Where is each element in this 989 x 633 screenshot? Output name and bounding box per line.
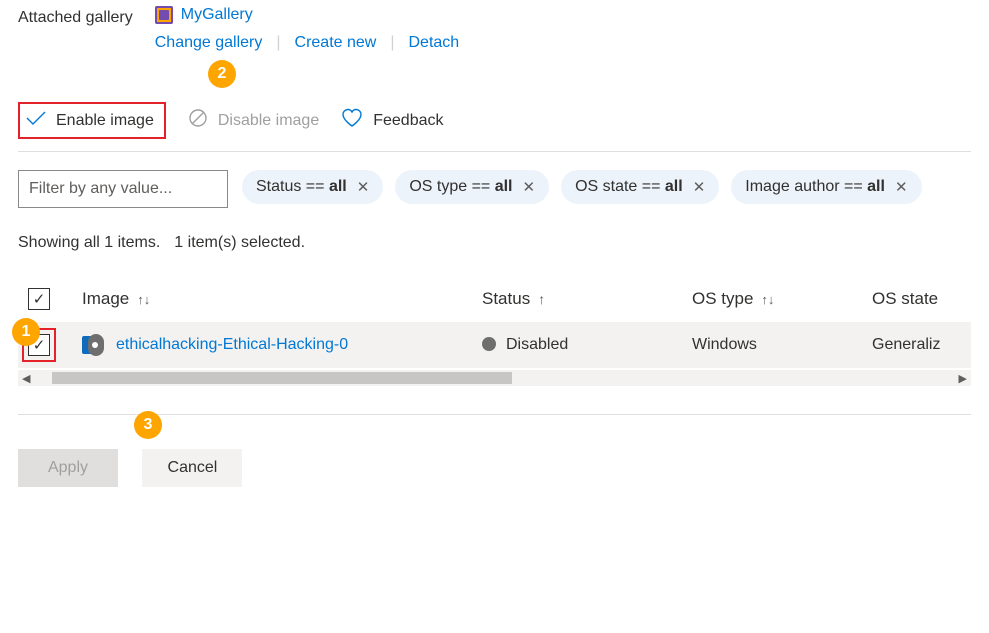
feedback-button[interactable]: Feedback [341, 108, 443, 133]
pill-value: all [495, 178, 513, 195]
image-name-link[interactable]: ethicalhacking-Ethical-Hacking-0 [116, 336, 348, 354]
close-icon[interactable]: ✕ [693, 178, 706, 196]
select-all-checkbox[interactable]: ✓ [28, 288, 50, 310]
table-header-row: ✓ Image ↑↓ Status ↑ OS type ↑↓ [18, 276, 971, 322]
pill-value: all [665, 178, 683, 195]
enable-image-button[interactable]: Enable image [18, 102, 166, 139]
annotation-badge-2: 2 [208, 60, 236, 88]
filter-pill-author[interactable]: Image author == all ✕ [731, 170, 921, 204]
sort-icon: ↑↓ [137, 292, 150, 307]
gallery-header: Attached gallery MyGallery Change galler… [18, 6, 971, 52]
disable-image-button: Disable image [188, 108, 319, 133]
attached-gallery-label: Attached gallery [18, 6, 133, 27]
disable-image-label: Disable image [218, 112, 319, 130]
images-table: ✓ Image ↑↓ Status ↑ OS type ↑↓ [18, 276, 971, 368]
column-label: OS state [872, 289, 938, 309]
apply-button[interactable]: Apply [18, 449, 118, 487]
scroll-right-icon[interactable]: ▶ [955, 372, 971, 385]
separator: | [276, 34, 280, 52]
column-header-ostype[interactable]: OS type ↑↓ [692, 289, 774, 309]
osstate-cell: Generaliz [862, 322, 971, 368]
column-header-osstate[interactable]: OS state [872, 289, 938, 309]
horizontal-scrollbar[interactable]: ◀ ▶ [18, 370, 971, 386]
close-icon[interactable]: ✕ [523, 178, 536, 196]
column-header-image[interactable]: Image ↑↓ [82, 289, 150, 309]
filter-pill-osstate[interactable]: OS state == all ✕ [561, 170, 719, 204]
annotation-badge-3: 3 [134, 411, 162, 439]
change-gallery-link[interactable]: Change gallery [155, 34, 263, 52]
gallery-icon [155, 6, 173, 24]
filter-pill-ostype[interactable]: OS type == all ✕ [395, 170, 549, 204]
feedback-label: Feedback [373, 112, 443, 130]
gallery-name-link[interactable]: MyGallery [181, 6, 253, 24]
pill-label: OS state == [575, 178, 665, 195]
close-icon[interactable]: ✕ [357, 178, 370, 196]
pill-label: Status == [256, 178, 329, 195]
close-icon[interactable]: ✕ [895, 178, 908, 196]
sort-asc-icon: ↑ [538, 291, 545, 307]
column-header-status[interactable]: Status ↑ [482, 289, 545, 309]
ostype-cell: Windows [682, 322, 862, 368]
column-label: OS type [692, 289, 753, 309]
detach-link[interactable]: Detach [409, 34, 460, 52]
image-toolbar: Enable image Disable image Feedback [18, 94, 971, 152]
column-label: Status [482, 289, 530, 309]
vm-image-icon [82, 334, 104, 356]
sort-icon: ↑↓ [761, 292, 774, 307]
pill-value: all [329, 178, 347, 195]
enable-image-label: Enable image [56, 112, 154, 130]
annotation-badge-1: 1 [12, 318, 40, 346]
showing-count: Showing all 1 items. [18, 234, 160, 252]
pill-value: all [867, 178, 885, 195]
pill-label: Image author == [745, 178, 867, 195]
column-label: Image [82, 289, 129, 309]
create-new-link[interactable]: Create new [295, 34, 377, 52]
pill-label: OS type == [409, 178, 494, 195]
status-text: Disabled [506, 336, 568, 353]
cancel-button[interactable]: Cancel [142, 449, 242, 487]
filter-input[interactable] [18, 170, 228, 208]
table-row[interactable]: ✓ ethicalhacking-Ethical-Hacking-0 Disab… [18, 322, 971, 368]
result-count: Showing all 1 items. 1 item(s) selected. [18, 234, 971, 252]
scroll-thumb[interactable] [52, 372, 512, 384]
heart-icon [341, 108, 363, 133]
check-icon [26, 110, 46, 131]
selected-count: 1 item(s) selected. [174, 234, 305, 252]
scroll-left-icon[interactable]: ◀ [18, 372, 34, 385]
status-dot-icon [482, 337, 496, 351]
prohibit-icon [188, 108, 208, 133]
separator: | [390, 34, 394, 52]
filter-bar: Status == all ✕ OS type == all ✕ OS stat… [18, 170, 971, 208]
filter-pill-status[interactable]: Status == all ✕ [242, 170, 383, 204]
